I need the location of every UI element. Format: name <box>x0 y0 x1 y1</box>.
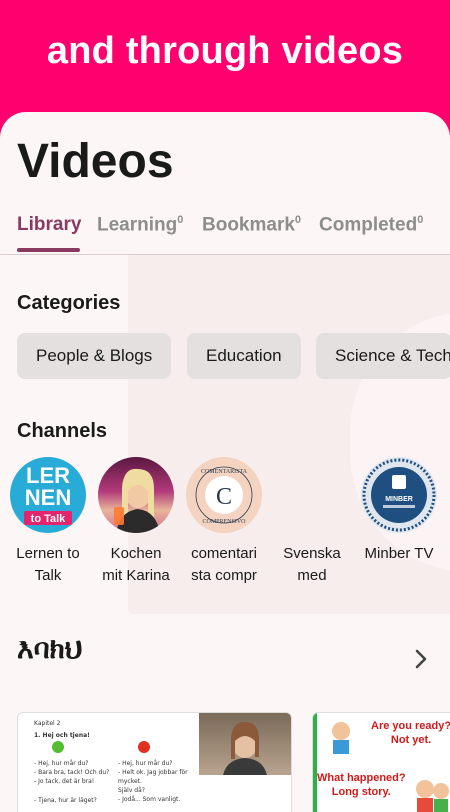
thumb-dialog-left: - Hej, hur mår du? - Bara bra, tack! Och… <box>34 759 124 805</box>
active-tab-indicator <box>17 248 80 252</box>
chip-label: People & Blogs <box>36 346 153 365</box>
channel-avatar: MINBER <box>361 457 437 533</box>
tab-count: 0 <box>294 214 302 226</box>
dialog-line: - Tjena, hur är läget? <box>34 797 97 804</box>
channel-avatar <box>274 457 350 533</box>
thumb-heading: Kapitel 2 <box>34 720 61 727</box>
lernen-logo-icon: LER NEN to Talk <box>24 463 72 525</box>
logo-ring-text: COMENTARISTA <box>201 469 248 475</box>
tab-bookmark[interactable]: Bookmark0 <box>202 214 301 236</box>
dialog-line: - Bara bra, tack! Och du? <box>34 769 110 776</box>
channel-minber-tv[interactable]: MINBER Minber TV <box>357 457 441 565</box>
dialog-line: Själv då? <box>118 787 145 794</box>
dialog-line: - Helt ok. Jag jobbar för mycket. <box>118 769 188 785</box>
webcam-overlay <box>199 713 291 775</box>
dialog-line: - Hej, hur mår du? <box>118 760 173 767</box>
channel-kochen-mit-karina[interactable]: Kochen mit Karina <box>94 457 178 587</box>
chip-label: Education <box>206 346 282 365</box>
channel-name: Lernen to Talk <box>16 545 80 584</box>
chevron-right-icon[interactable] <box>410 648 432 670</box>
channels-heading: Channels <box>17 420 108 442</box>
tab-label: Library <box>17 214 82 235</box>
channel-lernen-to-talk[interactable]: LER NEN to Talk Lernen to Talk <box>6 457 90 587</box>
categories-heading: Categories <box>17 292 121 314</box>
category-chip-education[interactable]: Education <box>187 333 301 379</box>
tab-count: 0 <box>417 214 424 226</box>
speech-bubble-text: What happened? Long story. <box>317 772 406 798</box>
banner-title: and through videos <box>46 30 404 72</box>
chip-label: Science & Tech <box>335 346 450 365</box>
tab-learning[interactable]: Learning0 <box>97 214 183 236</box>
green-dot-icon <box>52 741 64 753</box>
section-title: እባክህ <box>17 632 83 665</box>
video-thumbnail[interactable]: Kapitel 2 1. Hej och tjena! - Hej, hur m… <box>17 712 292 812</box>
channel-comentarista-comprensivo[interactable]: C COMENTARISTA COMPRENSIVO comentari sta… <box>182 457 266 587</box>
channel-name: Kochen mit Karina <box>102 545 170 584</box>
category-chip-science-tech[interactable]: Science & Tech <box>316 333 450 379</box>
channel-name: Svenska med <box>283 545 341 584</box>
logo-text: MINBER <box>385 496 413 503</box>
tab-label: Bookmark <box>202 214 295 236</box>
promo-banner: and through videos <box>0 0 450 120</box>
tab-label: Completed <box>319 214 418 236</box>
tab-bar: Library Learning0 Bookmark0 Completed0 <box>0 208 450 256</box>
minber-logo-icon: MINBER <box>362 458 436 532</box>
tab-label: Learning <box>97 214 178 236</box>
channel-avatar: LER NEN to Talk <box>10 457 86 533</box>
logo-sub: to Talk <box>31 513 67 525</box>
channel-name: comentari sta compr <box>191 545 257 584</box>
thumb-subheading: 1. Hej och tjena! <box>34 732 90 739</box>
channel-svenska-med[interactable]: Svenska med <box>270 457 354 587</box>
tab-completed[interactable]: Completed0 <box>319 214 423 236</box>
category-chip-people-blogs[interactable]: People & Blogs <box>17 333 172 379</box>
tab-count: 0 <box>177 214 184 226</box>
videos-panel: Videos Library Learning0 Bookmark0 Compl… <box>0 112 450 812</box>
tab-library[interactable]: Library <box>17 214 81 236</box>
dialog-line: - Jo tack, det är bra! <box>34 778 95 785</box>
dialog-line: - Hej, hur mår du? <box>34 760 89 767</box>
logo-ring-text: COMPRENSIVO <box>202 519 246 525</box>
logo-line: NEN <box>25 485 71 510</box>
thumb-dialog-right: - Hej, hur mår du? - Helt ok. Jag jobbar… <box>118 759 208 804</box>
channel-name: Minber TV <box>364 545 434 562</box>
page-title: Videos <box>17 135 174 188</box>
red-dot-icon <box>138 741 150 753</box>
channel-avatar <box>98 457 174 533</box>
speech-bubble-text: Are you ready? Not yet. <box>371 720 450 746</box>
person-photo-icon <box>114 468 160 533</box>
divider <box>0 254 450 255</box>
person-photo-icon <box>223 721 267 775</box>
logo-letter: C <box>216 484 232 510</box>
channel-avatar: C COMENTARISTA COMPRENSIVO <box>186 457 262 533</box>
video-thumbnail[interactable]: Are you ready? Not yet. What happened? L… <box>312 712 450 812</box>
comentarista-logo-icon: C COMENTARISTA COMPRENSIVO <box>195 466 253 525</box>
